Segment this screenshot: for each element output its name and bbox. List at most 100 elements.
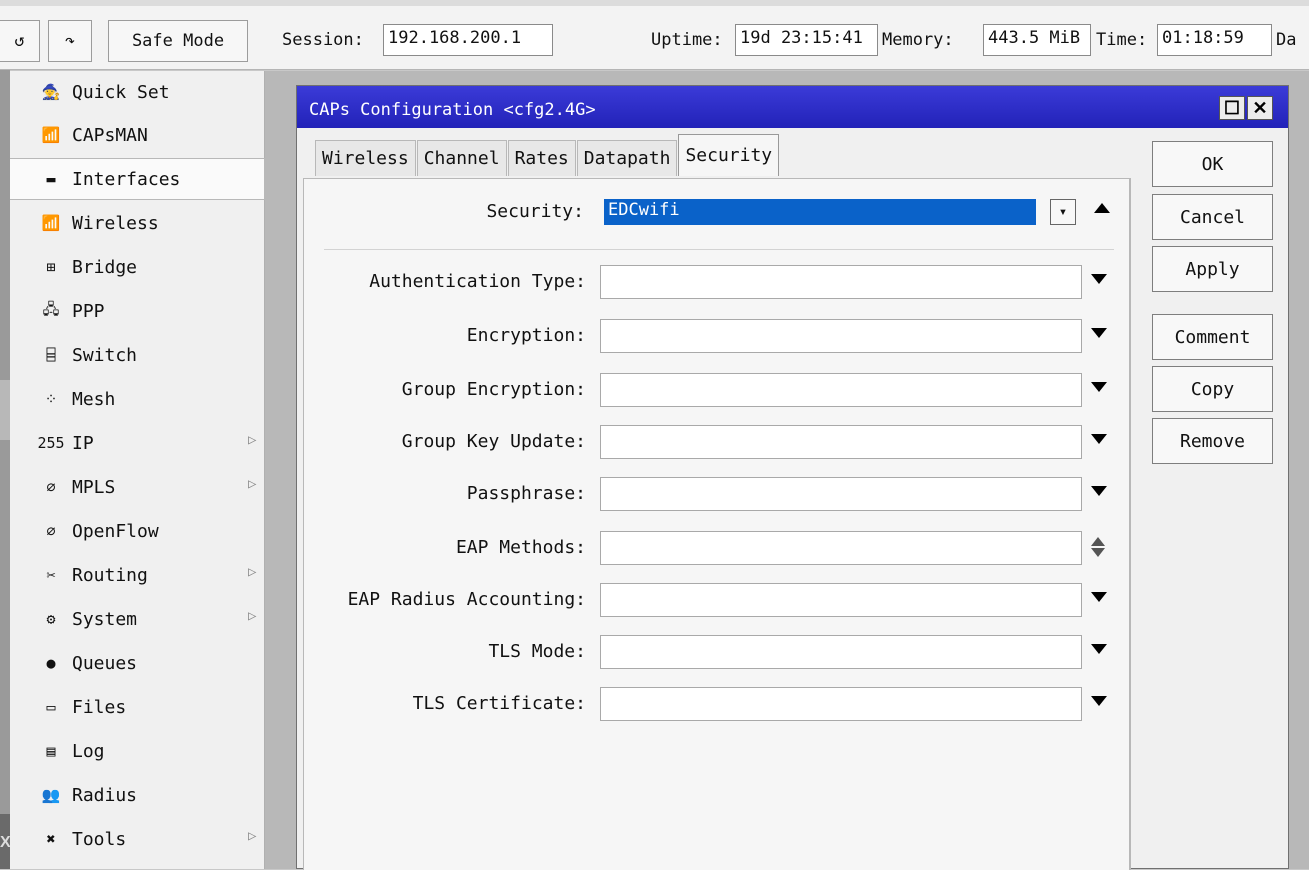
passphrase-field[interactable]: [600, 477, 1082, 511]
mesh-icon: ⁘: [44, 390, 58, 408]
group-key-update-field[interactable]: [600, 425, 1082, 459]
outer-window-edge: [0, 0, 14, 869]
mpls-icon: ∅: [46, 478, 56, 496]
sidebar-item-quick-set[interactable]: 🧙 Quick Set: [10, 71, 265, 113]
undo-button[interactable]: ↺: [0, 20, 40, 62]
session-field: 192.168.200.1: [383, 24, 553, 56]
security-profile-select[interactable]: EDCwifi: [604, 199, 1036, 225]
submenu-arrow-icon: ▷: [248, 476, 257, 492]
sidebar-item-routing[interactable]: ✂ Routing ▷: [10, 554, 265, 596]
sidebar-item-files[interactable]: ▭ Files: [10, 686, 265, 728]
field-row-tls-certificate: TLS Certificate:: [304, 687, 1131, 721]
session-label: Session:: [282, 30, 364, 50]
redo-button[interactable]: ↷: [48, 20, 92, 62]
updown-arrows-icon[interactable]: [1091, 533, 1107, 563]
field-row-passphrase: Passphrase:: [304, 477, 1131, 511]
sidebar-item-label: Quick Set: [72, 81, 170, 103]
date-label-cut: Da: [1276, 30, 1297, 50]
dropdown-arrow-icon[interactable]: [1091, 382, 1107, 392]
submenu-arrow-icon: ▷: [248, 608, 257, 624]
sidebar-item-mesh[interactable]: ⁘ Mesh: [10, 378, 265, 420]
encryption-field[interactable]: [600, 319, 1082, 353]
panel-right-border: [1130, 178, 1131, 870]
group-encryption-field[interactable]: [600, 373, 1082, 407]
interfaces-icon: ▬: [46, 170, 56, 188]
sidebar-item-capsman[interactable]: 📶 CAPsMAN: [10, 114, 265, 156]
quickset-icon: 🧙: [41, 83, 61, 101]
tls-mode-field[interactable]: [600, 635, 1082, 669]
dropdown-arrow-icon[interactable]: [1091, 696, 1107, 706]
sidebar-item-log[interactable]: ▤ Log: [10, 730, 265, 772]
sidebar-item-label: Queues: [72, 652, 138, 674]
close-button[interactable]: ✕: [1247, 96, 1273, 120]
sidebar-item-label: Log: [72, 740, 105, 762]
tab-rates[interactable]: Rates: [507, 140, 576, 176]
field-row-tls-mode: TLS Mode:: [304, 635, 1131, 669]
tab-datapath[interactable]: Datapath: [576, 140, 678, 176]
edge-marker: [0, 380, 10, 440]
tab-wireless[interactable]: Wireless: [315, 140, 416, 176]
remove-button[interactable]: Remove: [1152, 418, 1273, 464]
files-icon: ▭: [46, 698, 56, 716]
submenu-arrow-icon: ▷: [248, 828, 257, 844]
sidebar-item-label: Radius: [72, 784, 138, 806]
sidebar-item-bridge[interactable]: ⊞ Bridge: [10, 246, 265, 288]
sidebar-item-label: Routing: [72, 564, 148, 586]
system-icon: ⚙: [46, 610, 56, 628]
safe-mode-button[interactable]: Safe Mode: [108, 20, 248, 62]
encryption-label: Encryption:: [466, 325, 586, 346]
field-row-group-encryption: Group Encryption:: [304, 373, 1131, 407]
dialog-tabs: Wireless Channel Rates Datapath Security: [315, 134, 780, 176]
cancel-button[interactable]: Cancel: [1152, 194, 1273, 240]
tab-channel[interactable]: Channel: [416, 140, 507, 176]
time-field: 01:18:59: [1157, 24, 1272, 56]
submenu-arrow-icon: ▷: [248, 432, 257, 448]
dropdown-arrow-icon[interactable]: [1091, 434, 1107, 444]
field-row-group-key-update: Group Key Update:: [304, 425, 1131, 459]
sidebar-item-interfaces[interactable]: ▬ Interfaces: [10, 158, 265, 200]
sidebar-item-ip[interactable]: 255 IP ▷: [10, 422, 265, 464]
eap-methods-field[interactable]: [600, 531, 1082, 565]
security-dropdown-button[interactable]: ▾: [1050, 199, 1076, 225]
eap-radius-accounting-label: EAP Radius Accounting:: [347, 589, 586, 610]
sidebar-item-system[interactable]: ⚙ System ▷: [10, 598, 265, 640]
sidebar-item-queues[interactable]: ● Queues: [10, 642, 265, 684]
top-toolbar: ↺ ↷ Safe Mode Session: 192.168.200.1 Upt…: [0, 0, 1309, 70]
sidebar-item-ppp[interactable]: 🖧 PPP: [10, 290, 265, 332]
tab-security[interactable]: Security: [678, 134, 780, 176]
dropdown-arrow-icon[interactable]: [1091, 592, 1107, 602]
sidebar-item-label: Wireless: [72, 212, 159, 234]
sidebar-item-mpls[interactable]: ∅ MPLS ▷: [10, 466, 265, 508]
tls-certificate-field[interactable]: [600, 687, 1082, 721]
authentication-type-field[interactable]: [600, 265, 1082, 299]
remove-security-arrow-icon[interactable]: [1094, 203, 1110, 213]
uptime-label: Uptime:: [651, 30, 723, 50]
memory-label: Memory:: [882, 30, 954, 50]
field-row-encryption: Encryption:: [304, 319, 1131, 353]
dropdown-arrow-icon[interactable]: [1091, 328, 1107, 338]
sidebar-item-openflow[interactable]: ∅ OpenFlow: [10, 510, 265, 552]
sidebar-item-wireless[interactable]: 📶 Wireless: [10, 202, 265, 244]
tools-icon: ✖: [46, 830, 56, 848]
sidebar-item-switch[interactable]: ⌸ Switch: [10, 334, 265, 376]
eap-radius-accounting-field[interactable]: [600, 583, 1082, 617]
sidebar-item-radius[interactable]: 👥 Radius: [10, 774, 265, 816]
field-row-eap-radius-accounting: EAP Radius Accounting:: [304, 583, 1131, 617]
dropdown-arrow-icon[interactable]: [1091, 274, 1107, 284]
sidebar-menu: 🧙 Quick Set 📶 CAPsMAN ▬ Interfaces 📶 Wireless ⊞ B…: [10, 71, 265, 869]
sidebar-item-label: Switch: [72, 344, 138, 366]
sidebar-item-label: PPP: [72, 300, 105, 322]
copy-button[interactable]: Copy: [1152, 366, 1273, 412]
dropdown-arrow-icon[interactable]: [1091, 486, 1107, 496]
comment-button[interactable]: Comment: [1152, 314, 1273, 360]
dropdown-arrow-icon[interactable]: [1091, 644, 1107, 654]
routing-icon: ✂: [46, 566, 56, 584]
dialog-titlebar[interactable]: CAPs Configuration <cfg2.4G> ☐ ✕: [297, 86, 1288, 128]
log-icon: ▤: [46, 742, 56, 760]
authentication-type-label: Authentication Type:: [369, 271, 586, 292]
sidebar-item-tools[interactable]: ✖ Tools ▷: [10, 818, 265, 860]
apply-button[interactable]: Apply: [1152, 246, 1273, 292]
maximize-button[interactable]: ☐: [1219, 96, 1245, 120]
ok-button[interactable]: OK: [1152, 141, 1273, 187]
sidebar-item-label: CAPsMAN: [72, 124, 148, 146]
